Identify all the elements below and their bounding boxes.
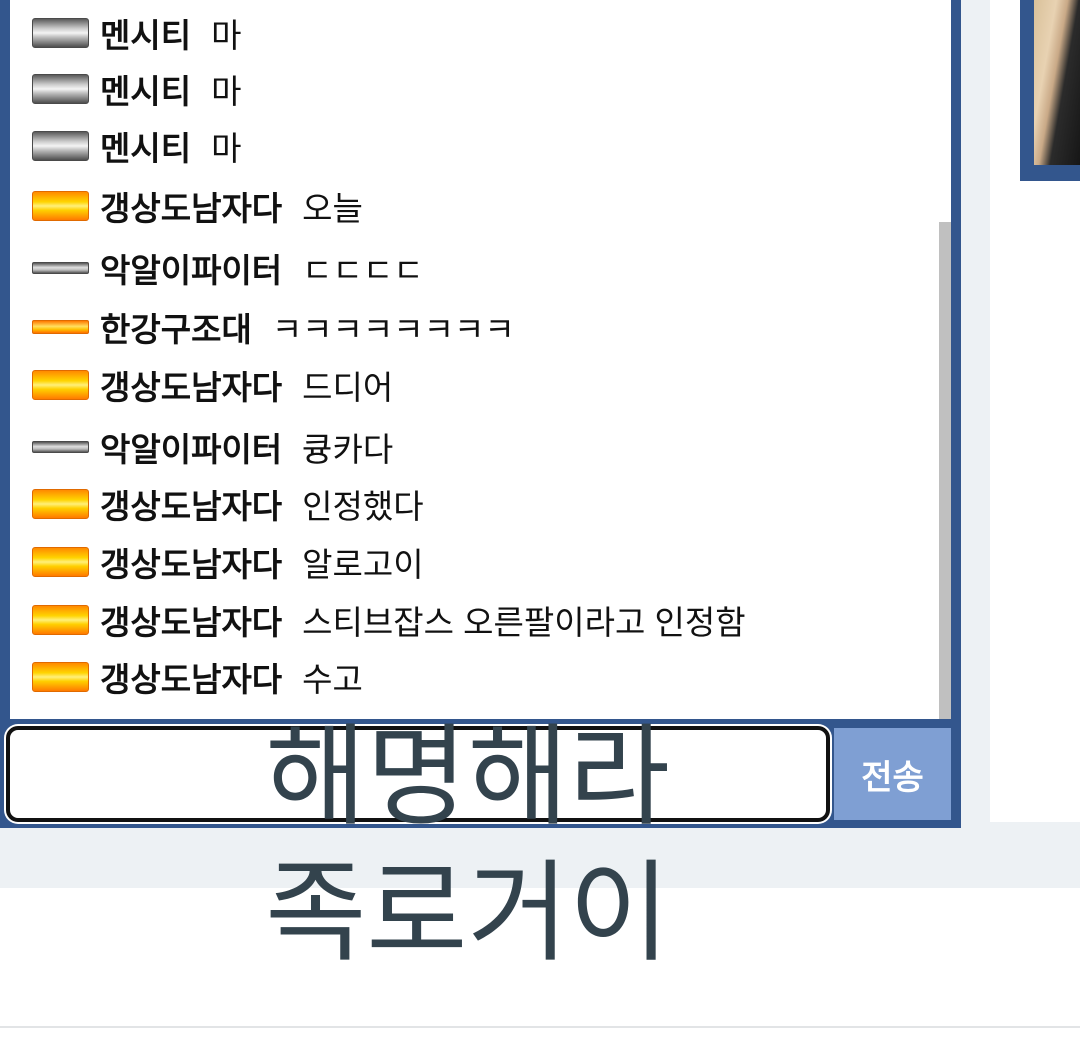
chat-nickname[interactable]: 멘시티 <box>100 122 191 170</box>
chat-nickname[interactable]: 갱상도남자다 <box>100 361 282 409</box>
chat-message-list[interactable]: 멘시티 마 멘시티 마 멘시티 마 갱상도남자다 오늘 악알이파이터 ㄷㄷㄷㄷ … <box>10 0 951 719</box>
rank-badge-icon <box>32 441 90 453</box>
chat-message: 갱상도남자다 드디어 <box>32 363 393 407</box>
rank-badge-icon <box>32 191 90 221</box>
rank-badge-icon <box>32 489 90 519</box>
rank-badge-icon <box>32 605 90 635</box>
rank-badge-icon <box>32 131 90 161</box>
chat-text: ㄷㄷㄷㄷ <box>302 252 424 289</box>
divider <box>0 1026 1080 1028</box>
caption-line-1: 해명해라 <box>265 713 670 841</box>
caption-line-2: 족로거이 <box>265 849 670 977</box>
chat-message: 갱상도남자다 수고 <box>32 655 363 699</box>
chat-nickname[interactable]: 갱상도남자다 <box>100 182 282 230</box>
chat-nickname[interactable]: 멘시티 <box>100 9 191 57</box>
chat-text: 드디어 <box>302 369 394 406</box>
chat-nickname[interactable]: 갱상도남자다 <box>100 538 282 586</box>
chat-scrollbar[interactable] <box>939 0 951 719</box>
chat-message: 멘시티 마 <box>32 67 241 111</box>
rank-badge-icon <box>32 74 90 104</box>
rank-badge-icon <box>32 18 90 48</box>
chat-message: 멘시티 마 <box>32 11 241 55</box>
rank-badge-icon <box>32 320 90 334</box>
chat-message: 갱상도남자다 알로고이 <box>32 540 424 584</box>
chat-text: ㅋㅋㅋㅋㅋㅋㅋㅋ <box>271 311 515 348</box>
chat-message: 악알이파이터 큥카다 <box>32 425 393 469</box>
profile-photo[interactable] <box>1034 0 1080 165</box>
chat-text: 알로고이 <box>302 546 424 583</box>
chat-nickname[interactable]: 갱상도남자다 <box>100 596 282 644</box>
chat-text: 마 <box>211 73 242 110</box>
chat-text: 큥카다 <box>302 431 394 468</box>
chat-message: 한강구조대 ㅋㅋㅋㅋㅋㅋㅋㅋ <box>32 305 515 349</box>
chat-panel: 멘시티 마 멘시티 마 멘시티 마 갱상도남자다 오늘 악알이파이터 ㄷㄷㄷㄷ … <box>0 0 961 828</box>
chat-text: 오늘 <box>302 190 363 227</box>
chat-text: 인정했다 <box>302 488 424 525</box>
chat-scrollbar-thumb[interactable] <box>939 222 951 719</box>
chat-message: 갱상도남자다 스티브잡스 오른팔이라고 인정함 <box>32 598 746 642</box>
chat-message: 멘시티 마 <box>32 124 241 168</box>
chat-text: 마 <box>211 130 242 167</box>
chat-nickname[interactable]: 악알이파이터 <box>100 244 282 292</box>
chat-nickname[interactable]: 갱상도남자다 <box>100 653 282 701</box>
chat-text: 스티브잡스 오른팔이라고 인정함 <box>302 604 746 641</box>
rank-badge-icon <box>32 662 90 692</box>
chat-text: 수고 <box>302 661 363 698</box>
chat-nickname[interactable]: 갱상도남자다 <box>100 480 282 528</box>
chat-message: 악알이파이터 ㄷㄷㄷㄷ <box>32 246 424 290</box>
chat-nickname[interactable]: 멘시티 <box>100 65 191 113</box>
chat-message: 갱상도남자다 인정했다 <box>32 482 424 526</box>
chat-nickname[interactable]: 한강구조대 <box>100 303 252 351</box>
rank-badge-icon <box>32 262 90 274</box>
rank-badge-icon <box>32 547 90 577</box>
chat-message: 갱상도남자다 오늘 <box>32 184 363 228</box>
rank-badge-icon <box>32 370 90 400</box>
chat-nickname[interactable]: 악알이파이터 <box>100 423 282 471</box>
chat-text: 마 <box>211 17 242 54</box>
